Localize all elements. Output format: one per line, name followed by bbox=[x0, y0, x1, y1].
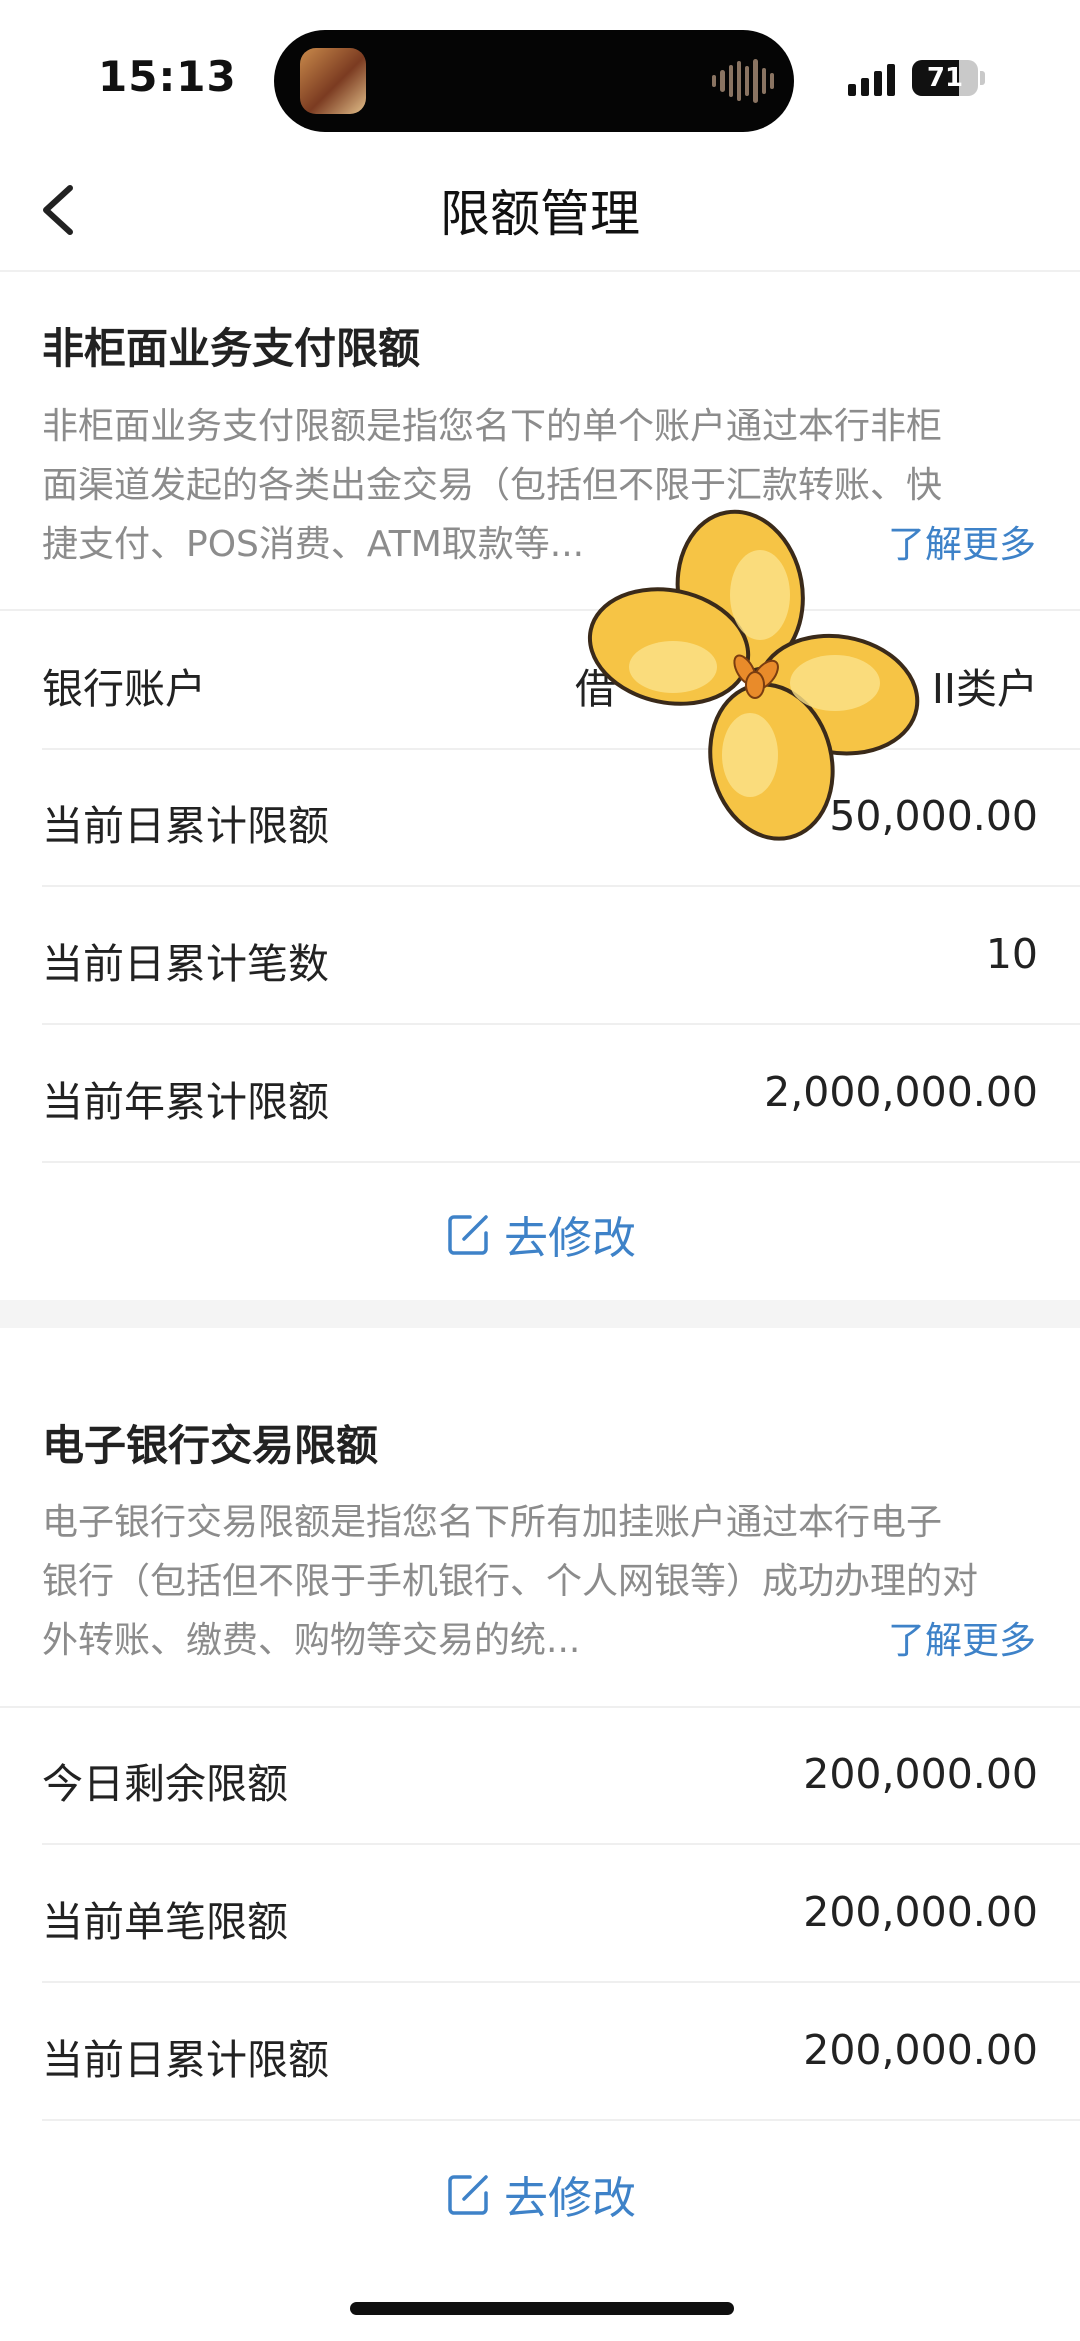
row-value: 200,000.00 bbox=[803, 1750, 1038, 1798]
divider bbox=[42, 2119, 1080, 2121]
edit-icon bbox=[448, 2175, 488, 2215]
description-line: 非柜面业务支付限额是指您名下的单个账户通过本行非柜 bbox=[42, 406, 943, 447]
signal-icon bbox=[848, 62, 895, 96]
edit-button-non-counter[interactable]: 去修改 bbox=[0, 1202, 1080, 1266]
status-time: 15:13 bbox=[98, 52, 237, 101]
row-label: 今日剩余限额 bbox=[42, 1760, 288, 1808]
page-title: 限额管理 bbox=[440, 185, 640, 243]
row-label: 当前年累计限额 bbox=[42, 1078, 329, 1126]
row-value: II类户 bbox=[931, 665, 1038, 713]
row-value: 200,000.00 bbox=[803, 1888, 1038, 1936]
edit-icon bbox=[448, 1215, 488, 1255]
battery-level: 71 bbox=[926, 63, 964, 93]
row-label: 当前日累计限额 bbox=[42, 802, 329, 850]
row-label: 当前单笔限额 bbox=[42, 1898, 288, 1946]
divider bbox=[42, 1161, 1080, 1163]
description-line: 银行（包括但不限于手机银行、个人网银等）成功办理的对 bbox=[42, 1561, 979, 1602]
battery-tip bbox=[980, 71, 985, 85]
divider bbox=[42, 1981, 1080, 1983]
edit-button-ebank[interactable]: 去修改 bbox=[0, 2162, 1080, 2226]
game-app-icon bbox=[300, 48, 366, 114]
divider bbox=[42, 1843, 1080, 1845]
status-bar: 15:13 71 bbox=[0, 0, 1080, 150]
section-title-non-counter: 非柜面业务支付限额 bbox=[42, 324, 421, 373]
nav-bar: 限额管理 bbox=[0, 150, 1080, 272]
row-label: 银行账户 bbox=[42, 665, 206, 713]
row-value: 200,000.00 bbox=[803, 2026, 1038, 2074]
audio-wave-icon bbox=[712, 58, 774, 104]
row-label: 当前日累计限额 bbox=[42, 2036, 329, 2084]
battery-icon: 71 bbox=[912, 60, 978, 96]
row-value: 10 bbox=[985, 930, 1038, 978]
row-label: 当前日累计笔数 bbox=[42, 940, 329, 988]
section-separator bbox=[0, 1300, 1080, 1328]
row-value: 2,000,000.00 bbox=[764, 1068, 1038, 1116]
learn-more-link-ebank[interactable]: 了解更多 bbox=[888, 1610, 1036, 1664]
four-petal-flower-sticker bbox=[587, 509, 920, 841]
divider bbox=[42, 885, 1080, 887]
home-indicator[interactable] bbox=[350, 2302, 734, 2315]
divider bbox=[42, 1023, 1080, 1025]
divider bbox=[0, 1706, 1080, 1708]
description-line: 电子银行交易限额是指您名下所有加挂账户通过本行电子 bbox=[42, 1502, 943, 1543]
edit-label: 去修改 bbox=[504, 1213, 636, 1264]
section-title-ebank: 电子银行交易限额 bbox=[42, 1421, 379, 1470]
edit-label: 去修改 bbox=[504, 2173, 636, 2224]
